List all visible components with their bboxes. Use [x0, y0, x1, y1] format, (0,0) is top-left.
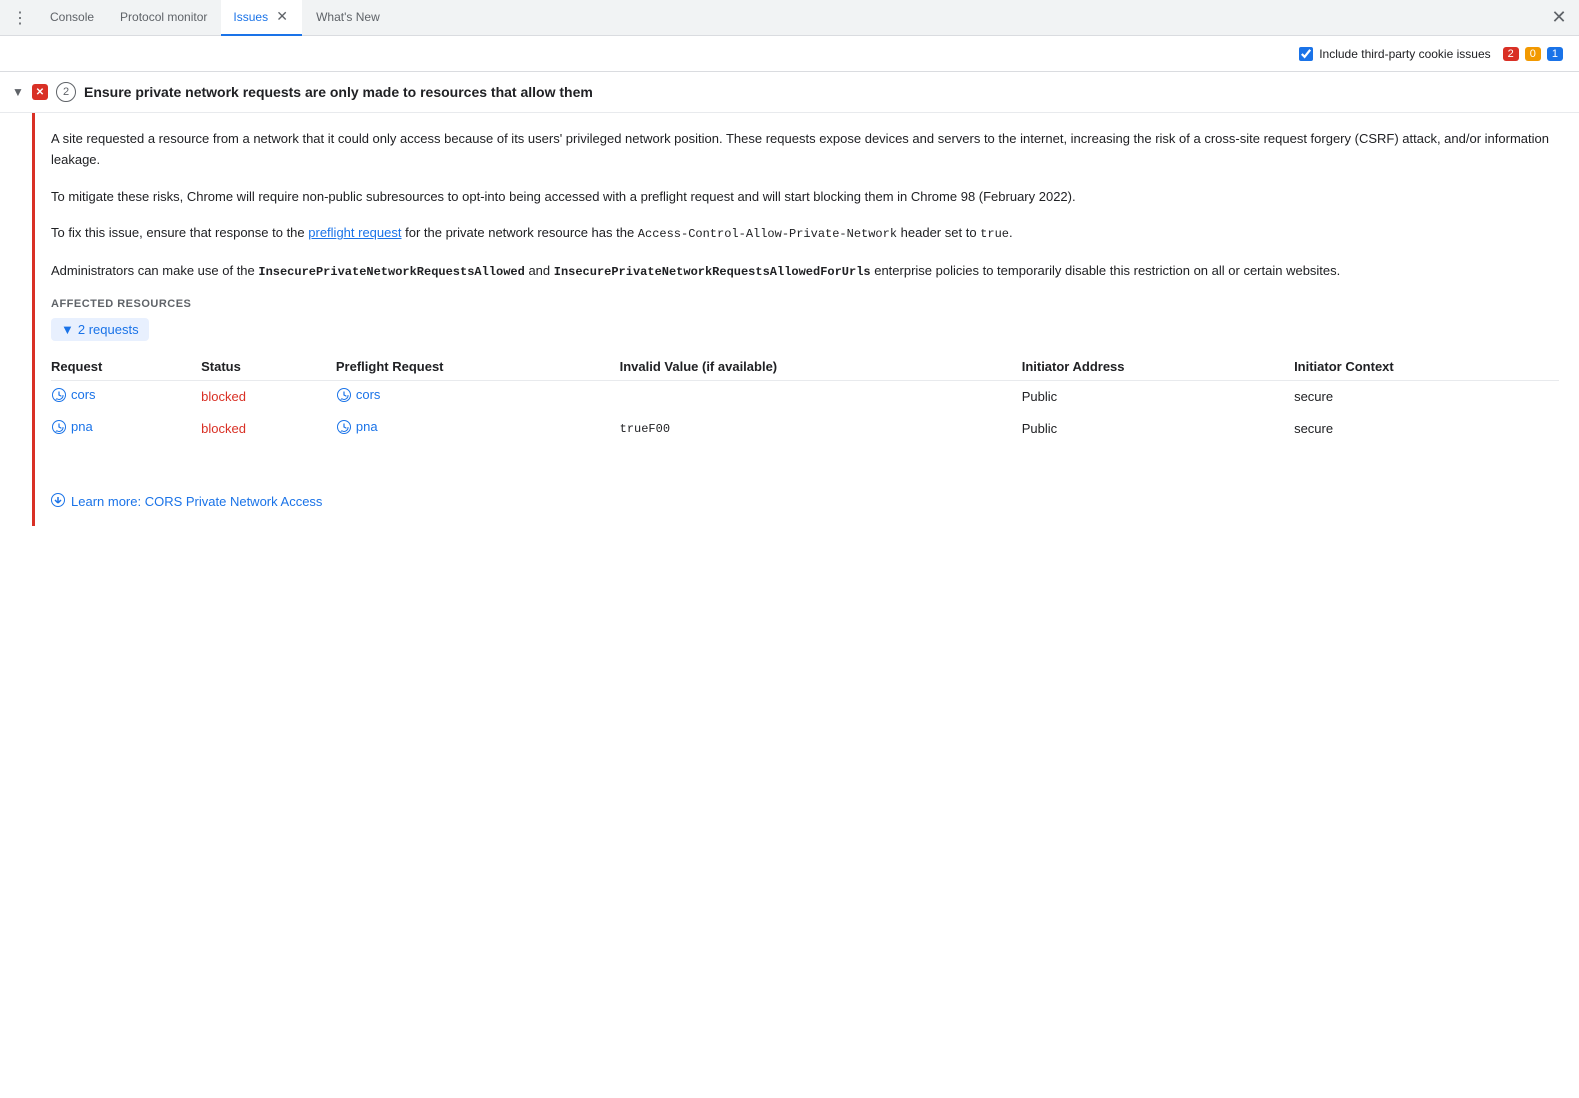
error-count: 2: [1503, 47, 1519, 61]
true-value-code: true: [980, 227, 1009, 241]
learn-more-label: Learn more: CORS Private Network Access: [71, 494, 322, 509]
devtools-close-button[interactable]: ✕: [1547, 6, 1571, 30]
menu-dots-button[interactable]: ⋮: [8, 6, 32, 30]
warn-badge: 0: [1525, 47, 1541, 61]
tab-protocol-monitor[interactable]: Protocol monitor: [108, 0, 219, 36]
issue-count-badge: 2: [56, 82, 76, 102]
third-party-cookie-checkbox-label[interactable]: Include third-party cookie issues: [1299, 47, 1490, 61]
issue-paragraph-2: To mitigate these risks, Chrome will req…: [51, 187, 1559, 208]
tab-whats-new[interactable]: What's New: [304, 0, 392, 36]
cycle-icon: [336, 387, 352, 403]
tab-console[interactable]: Console: [38, 0, 106, 36]
issue-paragraph-3: To fix this issue, ensure that response …: [51, 223, 1559, 244]
cell-initiator-address-1: Public: [1022, 412, 1294, 444]
table-row: cors blocked cors Publicsecure: [51, 380, 1559, 412]
requests-table: Request Status Preflight Request Invalid…: [51, 353, 1559, 445]
issue-body: A site requested a resource from a netwo…: [0, 113, 1579, 526]
tab-issues-label: Issues: [233, 10, 268, 24]
requests-toggle-chevron: ▼: [61, 322, 74, 337]
cell-invalid-value-0: [620, 380, 1022, 412]
badge-group: 2 0 1: [1503, 47, 1563, 61]
preflight-request-link[interactable]: preflight request: [308, 225, 401, 240]
issue-paragraph-4: Administrators can make use of the Insec…: [51, 261, 1559, 282]
info-badge: 1: [1547, 47, 1563, 61]
tab-issues[interactable]: Issues ✕: [221, 0, 302, 36]
cell-status-1: blocked: [201, 412, 336, 444]
requests-toggle[interactable]: ▼ 2 requests: [51, 318, 149, 341]
col-initiator-context: Initiator Context: [1294, 353, 1559, 381]
col-preflight: Preflight Request: [336, 353, 620, 381]
status-value: blocked: [201, 421, 246, 436]
cell-invalid-value-1: trueF00: [620, 412, 1022, 444]
cell-request-1: pna: [51, 412, 201, 444]
dots-icon: ⋮: [12, 8, 28, 28]
tab-whats-new-label: What's New: [316, 10, 380, 24]
affected-resources-label: AFFECTED RESOURCES: [51, 298, 1559, 310]
col-invalid-value: Invalid Value (if available): [620, 353, 1022, 381]
request-link-0[interactable]: cors: [51, 387, 96, 403]
issue-header[interactable]: ▼ ✕ 2 Ensure private network requests ar…: [0, 72, 1579, 113]
chevron-down-icon: ▼: [12, 85, 24, 99]
cycle-icon: [51, 387, 67, 403]
cell-initiator-address-0: Public: [1022, 380, 1294, 412]
learn-more-link[interactable]: Learn more: CORS Private Network Access: [51, 493, 322, 510]
access-control-header-code: Access-Control-Allow-Private-Network: [638, 227, 897, 241]
tab-bar: ⋮ Console Protocol monitor Issues ✕ What…: [0, 0, 1579, 36]
cell-request-0: cors: [51, 380, 201, 412]
col-request: Request: [51, 353, 201, 381]
insecure-allowed-code: InsecurePrivateNetworkRequestsAllowed: [258, 265, 524, 279]
preflight-link-1[interactable]: pna: [336, 419, 378, 435]
third-party-cookie-checkbox[interactable]: [1299, 47, 1313, 61]
issue-error-badge: ✕: [32, 84, 48, 100]
issue-title: Ensure private network requests are only…: [84, 84, 593, 100]
warn-count: 0: [1525, 47, 1541, 61]
cell-preflight-0: cors: [336, 380, 620, 412]
third-party-cookie-label: Include third-party cookie issues: [1319, 47, 1490, 61]
invalid-value-code: trueF00: [620, 422, 670, 436]
cell-preflight-1: pna: [336, 412, 620, 444]
issues-main-content: ▼ ✕ 2 Ensure private network requests ar…: [0, 72, 1579, 1098]
issue-paragraph-1: A site requested a resource from a netwo…: [51, 129, 1559, 171]
info-count: 1: [1547, 47, 1563, 61]
tab-issues-close-icon[interactable]: ✕: [274, 9, 290, 25]
table-header-row: Request Status Preflight Request Invalid…: [51, 353, 1559, 381]
cycle-icon: [51, 419, 67, 435]
request-link-1[interactable]: pna: [51, 419, 93, 435]
issues-toolbar: Include third-party cookie issues 2 0 1: [0, 36, 1579, 72]
cell-initiator-context-0: secure: [1294, 380, 1559, 412]
issue-content: A site requested a resource from a netwo…: [35, 113, 1579, 526]
requests-toggle-label: 2 requests: [78, 322, 139, 337]
col-initiator-address: Initiator Address: [1022, 353, 1294, 381]
close-icon: ✕: [1551, 7, 1566, 28]
preflight-link-0[interactable]: cors: [336, 387, 381, 403]
tab-protocol-monitor-label: Protocol monitor: [120, 10, 207, 24]
learn-more-icon: [51, 493, 65, 510]
cycle-icon: [336, 419, 352, 435]
status-value: blocked: [201, 389, 246, 404]
col-status: Status: [201, 353, 336, 381]
table-row: pna blocked pna trueF00 Publicsecure: [51, 412, 1559, 444]
tab-console-label: Console: [50, 10, 94, 24]
error-badge: 2: [1503, 47, 1519, 61]
cell-status-0: blocked: [201, 380, 336, 412]
cell-initiator-context-1: secure: [1294, 412, 1559, 444]
insecure-allowed-urls-code: InsecurePrivateNetworkRequestsAllowedFor…: [554, 265, 871, 279]
